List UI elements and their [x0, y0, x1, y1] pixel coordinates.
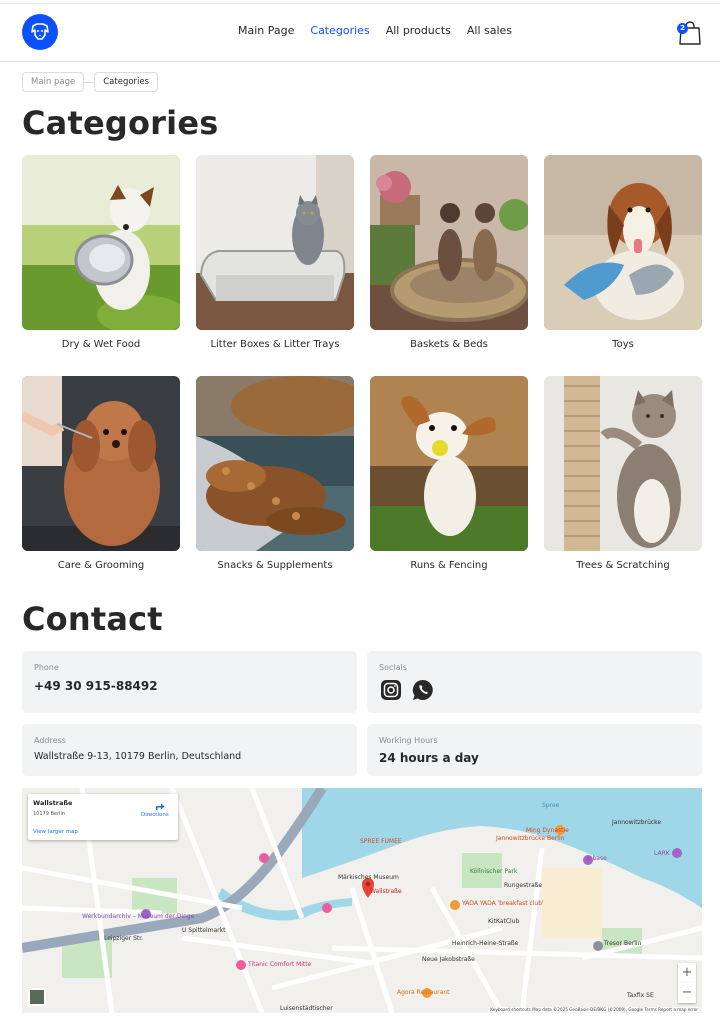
category-label: Runs & Fencing: [410, 560, 488, 571]
category-label: Snacks & Supplements: [217, 560, 333, 571]
hours-value: 24 hours a day: [379, 751, 479, 765]
nav-main-page[interactable]: Main Page: [238, 24, 294, 37]
main-nav: Main Page Categories All products All sa…: [238, 24, 512, 37]
category-card-snacks-supplements[interactable]: Snacks & Supplements: [196, 376, 354, 571]
category-image-dogs-in-basket: [370, 155, 528, 330]
category-image-running-beagle: [370, 376, 528, 551]
map-label: Tresor Berlin: [604, 940, 642, 947]
category-card-toys[interactable]: Toys: [544, 155, 702, 350]
nav-all-sales[interactable]: All sales: [467, 24, 512, 37]
address-value: Wallstraße 9-13, 10179 Berlin, Deutschla…: [34, 751, 242, 762]
breadcrumb-separator: [84, 81, 95, 83]
map-label: Spree: [542, 802, 560, 809]
embedded-map[interactable]: SPREE FUMEE Ming Dynastie Jannowitzbrück…: [22, 788, 702, 1013]
zoom-out-button[interactable]: −: [678, 983, 696, 1003]
map-layer-toggle[interactable]: [28, 988, 46, 1006]
map-label: Titanic Comfort Mitte: [248, 961, 312, 968]
category-card-baskets-beds[interactable]: Baskets & Beds: [370, 155, 528, 350]
category-card-litter-boxes[interactable]: Litter Boxes & Litter Trays: [196, 155, 354, 350]
directions-icon[interactable]: [154, 800, 166, 812]
category-image-dog-with-toys: [544, 155, 702, 330]
map-label: Heinrich-Heine-Straße: [452, 940, 519, 947]
category-label: Trees & Scratching: [576, 560, 670, 571]
view-larger-map-link[interactable]: View larger map: [33, 829, 78, 835]
breadcrumb-categories: Categories: [94, 72, 159, 92]
category-label: Litter Boxes & Litter Trays: [210, 339, 340, 350]
map-label: KitKatClub: [488, 918, 520, 925]
socials-caption: Socials: [379, 663, 407, 672]
map-label: Werkbundarchiv – Museum der Dinge: [82, 913, 195, 920]
category-card-dry-wet-food[interactable]: Dry & Wet Food: [22, 155, 180, 350]
breadcrumb-main-page[interactable]: Main page: [22, 72, 85, 92]
cart-count-badge: 2: [677, 23, 688, 34]
category-image-dog-grooming: [22, 376, 180, 551]
address-caption: Address: [34, 736, 66, 745]
contact-title: Contact: [22, 600, 163, 638]
map-label: Rungestraße: [504, 882, 543, 889]
phone-number[interactable]: +49 30 915-88492: [34, 679, 158, 693]
map-label: Märkisches Museum: [338, 874, 399, 881]
phone-box: Phone +49 30 915-88492: [22, 651, 357, 713]
socials-box: Socials: [367, 651, 702, 713]
hours-caption: Working Hours: [379, 736, 438, 745]
cart-bag-icon[interactable]: 2: [677, 20, 702, 46]
map-label: Ming Dynastie: [526, 827, 569, 834]
category-image-cat-in-litter-box: [196, 155, 354, 330]
map-label: YADA YADA 'breakfast club': [462, 900, 544, 907]
categories-title: Categories: [22, 104, 219, 142]
category-label: Baskets & Beds: [410, 339, 488, 350]
site-header: Main Page Categories All products All sa…: [0, 4, 720, 62]
whatsapp-icon[interactable]: [412, 679, 434, 705]
map-label: SPREE FUMEE: [360, 838, 402, 845]
phone-caption: Phone: [34, 663, 59, 672]
logo-dog-icon[interactable]: [22, 14, 58, 50]
category-label: Care & Grooming: [57, 560, 145, 571]
address-box: Address Wallstraße 9-13, 10179 Berlin, D…: [22, 724, 357, 776]
map-place-subtitle: 10179 Berlin: [33, 811, 66, 817]
map-label: U Spittelmarkt: [182, 927, 226, 934]
category-image-kibble-scoop: [196, 376, 354, 551]
category-label: Toys: [612, 339, 634, 350]
breadcrumb: Main page Categories: [22, 72, 159, 92]
map-label: Wallstraße: [370, 888, 402, 895]
category-card-runs-fencing[interactable]: Runs & Fencing: [370, 376, 528, 571]
map-footer: Keyboard shortcuts Map data ©2025 GeoBas…: [488, 1007, 700, 1012]
zoom-in-button[interactable]: +: [678, 963, 696, 983]
map-label: Leipziger Str.: [104, 935, 144, 942]
map-label: Jannowitzbrücke Berlin: [496, 835, 565, 842]
map-label: Köllnischer Park: [470, 868, 518, 875]
map-label: Agora Restaurant: [397, 989, 450, 996]
map-label: Jannowitzbrücke: [612, 819, 662, 826]
map-place-card: Wallstraße 10179 Berlin View larger map …: [28, 794, 178, 840]
nav-categories[interactable]: Categories: [310, 24, 369, 37]
map-label: Taxfix SE: [627, 992, 654, 999]
map-label: c-base: [587, 855, 607, 862]
hours-box: Working Hours 24 hours a day: [367, 724, 702, 776]
directions-link[interactable]: Directions: [141, 812, 169, 818]
map-place-title: Wallstraße: [33, 799, 73, 807]
map-label: Neue Jakobstraße: [422, 956, 475, 963]
category-card-care-grooming[interactable]: Care & Grooming: [22, 376, 180, 571]
category-image-dog-with-bowl: [22, 155, 180, 330]
instagram-icon[interactable]: [380, 679, 402, 705]
map-label: LARK: [654, 850, 670, 857]
nav-all-products[interactable]: All products: [386, 24, 451, 37]
category-card-trees-scratching[interactable]: Trees & Scratching: [544, 376, 702, 571]
map-label: Luisenstädtischer: [280, 1005, 333, 1012]
category-image-cat-scratching-post: [544, 376, 702, 551]
category-label: Dry & Wet Food: [61, 339, 141, 350]
